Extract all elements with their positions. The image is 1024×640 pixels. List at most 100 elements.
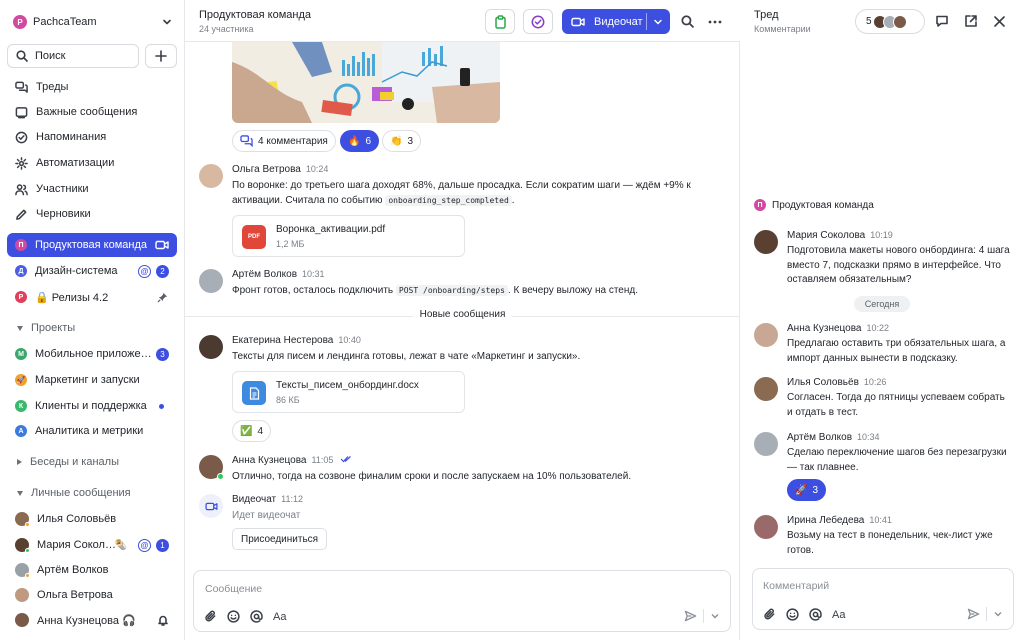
tasks-button[interactable] <box>485 9 515 34</box>
avatar[interactable] <box>199 455 224 480</box>
add-button[interactable] <box>145 44 177 68</box>
mention-icon[interactable] <box>809 608 822 621</box>
nav-drafts[interactable]: Черновики <box>7 202 177 226</box>
avatar[interactable] <box>199 269 223 293</box>
project-marketing[interactable]: 🚀 Маркетинг и запуски <box>7 368 177 392</box>
project-mobile-app[interactable]: М Мобильное приложе… 3 <box>7 342 177 366</box>
attach-icon[interactable] <box>763 608 776 621</box>
reaction-check[interactable]: ✅ 4 <box>232 420 272 442</box>
author-name[interactable]: Ирина Лебедева <box>787 515 864 526</box>
message-author: Илья Соловьёв 10:26 <box>787 377 886 388</box>
project-analytics[interactable]: А Аналитика и метрики <box>7 419 177 443</box>
send-icon[interactable] <box>967 608 980 620</box>
nav-members[interactable]: Участники <box>7 177 177 201</box>
author-name[interactable]: Мария Соколова <box>787 230 865 241</box>
nav-threads[interactable]: Треды <box>7 75 177 99</box>
emoji-icon[interactable] <box>786 608 799 621</box>
channel-design-system[interactable]: Д Дизайн-система @ 2 <box>7 259 177 283</box>
document-file-icon <box>242 381 266 405</box>
reaction-clap[interactable]: 👏 3 <box>382 130 422 152</box>
mention-icon[interactable] <box>250 610 263 623</box>
search-icon <box>16 50 28 62</box>
nav-label: Черновики <box>36 208 91 220</box>
mention-badge: @ <box>138 538 151 552</box>
open-external-icon[interactable] <box>964 14 978 28</box>
avatar[interactable] <box>754 377 778 401</box>
author-name[interactable]: Артём Волков <box>232 269 297 280</box>
thread-channel-link[interactable]: П Продуктовая команда <box>754 199 874 211</box>
chat-title[interactable]: Продуктовая команда <box>199 9 311 21</box>
thread-participants[interactable]: 5 <box>855 9 925 34</box>
reminder-icon <box>15 131 28 143</box>
more-icon[interactable] <box>708 20 722 24</box>
composer-placeholder: Сообщение <box>205 583 263 595</box>
section-groups[interactable]: Беседы и каналы <box>17 456 119 468</box>
author-name[interactable]: Ольга Ветрова <box>232 164 301 175</box>
section-direct-messages[interactable]: Личные сообщения <box>17 487 131 499</box>
reaction-rocket[interactable]: 🚀 3 <box>787 479 827 501</box>
join-call-button[interactable]: Присоединиться <box>232 528 328 550</box>
avatar[interactable] <box>754 323 778 347</box>
pdf-file-icon: PDF <box>242 225 266 249</box>
checklist-button[interactable] <box>523 9 553 34</box>
dm-artem[interactable]: Артём Волков <box>7 558 177 582</box>
project-clients[interactable]: К Клиенты и поддержка <box>7 394 177 418</box>
dm-maria[interactable]: Мария Сокол… 🌯 @ 1 <box>7 533 177 557</box>
channel-releases[interactable]: Р 🔒 Релизы 4.2 <box>7 285 177 309</box>
avatar[interactable] <box>754 230 778 254</box>
avatar <box>15 613 29 627</box>
workspace-switcher[interactable]: P PachcaTeam <box>13 14 172 30</box>
message-composer[interactable]: Сообщение Aa <box>193 570 731 632</box>
author-name[interactable]: Анна Кузнецова <box>787 323 862 334</box>
avatar[interactable] <box>754 432 778 456</box>
author-name[interactable]: Артём Волков <box>787 432 852 443</box>
author-name[interactable]: Анна Кузнецова <box>232 455 307 466</box>
avatar[interactable] <box>754 515 778 539</box>
search-icon[interactable] <box>681 15 694 28</box>
file-attachment-pdf[interactable]: PDF Воронка_активации.pdf 1,2 МБ <box>232 215 465 257</box>
pin-icon <box>157 292 168 303</box>
message-author: Артём Волков 10:31 <box>232 269 325 280</box>
file-attachment-docx[interactable]: Тексты_писем_онбординг.docx 86 КБ <box>232 371 465 413</box>
author-name[interactable]: Екатерина Нестерова <box>232 335 333 346</box>
dm-olga[interactable]: Ольга Ветрова <box>7 583 177 607</box>
section-projects[interactable]: Проекты <box>17 322 75 334</box>
video-call-button[interactable]: Видеочат <box>562 9 670 34</box>
nav-label: Треды <box>36 81 69 93</box>
reaction-fire[interactable]: 🔥 6 <box>340 130 380 152</box>
chevron-down-icon[interactable] <box>993 609 1003 619</box>
comment-composer[interactable]: Комментарий Aa <box>752 568 1014 630</box>
message-text: Идет видеочат <box>232 510 301 521</box>
plus-icon <box>155 50 167 62</box>
comments-button[interactable]: 4 комментария <box>232 130 336 152</box>
reaction-emoji: 🚀 <box>795 484 808 496</box>
chat-member-count[interactable]: 24 участника <box>199 24 253 34</box>
format-text-button[interactable]: Aa <box>273 611 286 623</box>
follow-thread-icon[interactable] <box>935 15 949 28</box>
message-time: 10:34 <box>857 432 880 442</box>
file-size: 1,2 МБ <box>276 239 305 249</box>
format-text-button[interactable]: Aa <box>832 609 845 621</box>
dm-ilya[interactable]: Илья Соловьёв <box>7 507 177 531</box>
emoji-icon[interactable] <box>227 610 240 623</box>
nav-reminders[interactable]: Напоминания <box>7 125 177 149</box>
avatar[interactable] <box>199 335 223 359</box>
avatar[interactable] <box>199 164 223 188</box>
channel-avatar: К <box>15 400 27 412</box>
section-label: Проекты <box>31 322 76 334</box>
search-input[interactable]: Поиск <box>7 44 139 68</box>
attach-icon[interactable] <box>204 610 217 623</box>
message-image[interactable] <box>232 42 500 123</box>
nav-important[interactable]: Важные сообщения <box>7 100 177 124</box>
chevron-down-icon[interactable] <box>710 611 720 621</box>
participants-count: 5 <box>866 16 872 27</box>
nav-automations[interactable]: Автоматизации <box>7 151 177 175</box>
dm-anna[interactable]: Анна Кузнецова 🎧 <box>7 608 177 632</box>
send-icon[interactable] <box>684 610 697 622</box>
composer-placeholder: Комментарий <box>763 580 830 592</box>
close-icon[interactable] <box>994 16 1005 27</box>
author-name[interactable]: Илья Соловьёв <box>787 377 859 388</box>
bell-icon[interactable] <box>157 614 169 626</box>
chevron-down-icon[interactable] <box>653 17 663 27</box>
channel-product-team[interactable]: П Продуктовая команда <box>7 233 177 257</box>
